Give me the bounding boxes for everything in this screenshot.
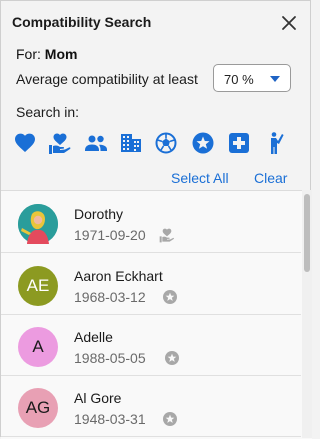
panel-title: Compatibility Search <box>12 14 152 30</box>
people-icon[interactable] <box>84 131 108 155</box>
medical-cross-icon[interactable] <box>227 131 251 155</box>
soccer-ball-icon[interactable] <box>154 131 178 155</box>
result-date: 1968-03-12 <box>74 289 146 305</box>
for-label: For: <box>16 46 41 62</box>
result-name: Adelle <box>74 329 113 345</box>
star-circle-icon[interactable] <box>191 131 215 155</box>
close-button[interactable] <box>280 14 298 32</box>
result-date: 1971-09-20 <box>74 227 146 243</box>
heart-icon[interactable] <box>13 131 37 155</box>
list-item[interactable]: AG Al Gore 1948-03-31 <box>1 375 301 437</box>
compatibility-threshold-select[interactable]: 70 % <box>213 64 291 92</box>
list-item[interactable]: Dorothy 1971-09-20 <box>1 191 301 253</box>
select-all-button[interactable]: Select All <box>171 170 229 186</box>
list-item[interactable]: AE Aaron Eckhart 1968-03-12 <box>1 253 301 315</box>
chevron-down-icon <box>270 76 280 82</box>
star-circle-icon <box>162 411 178 427</box>
list-item[interactable]: A Adelle 1988-05-05 <box>1 314 301 376</box>
avatar-photo-icon <box>18 204 58 244</box>
compatibility-search-panel: Compatibility Search For: Mom Average co… <box>0 0 312 439</box>
results-scrollbar[interactable] <box>302 190 312 438</box>
heart-hand-icon[interactable] <box>48 131 72 155</box>
heart-hand-icon <box>159 227 175 243</box>
scrollbar-thumb[interactable] <box>304 194 310 272</box>
search-in-label: Search in: <box>16 104 80 120</box>
compatibility-threshold-value: 70 % <box>224 72 254 87</box>
building-icon[interactable] <box>119 131 143 155</box>
avatar: AE <box>18 266 58 306</box>
avatar <box>18 204 58 244</box>
result-date: 1948-03-31 <box>74 411 146 427</box>
clear-button[interactable]: Clear <box>254 170 287 186</box>
for-name: Mom <box>44 46 78 62</box>
avatar: AG <box>18 388 58 428</box>
result-name: Dorothy <box>74 206 124 222</box>
close-icon <box>282 16 296 30</box>
star-circle-icon <box>164 350 180 366</box>
category-filter-bar <box>13 131 303 157</box>
avatar: A <box>18 327 58 367</box>
results-list: Dorothy 1971-09-20 AE Aaron Eckhart 1968… <box>1 190 312 439</box>
result-date: 1988-05-05 <box>74 350 146 366</box>
result-name: Al Gore <box>74 390 122 406</box>
person-pointing-icon[interactable] <box>263 131 287 155</box>
star-circle-icon <box>162 289 178 305</box>
result-name: Aaron Eckhart <box>74 268 163 284</box>
for-person: For: Mom <box>16 46 77 62</box>
average-compatibility-label: Average compatibility at least <box>16 71 198 87</box>
